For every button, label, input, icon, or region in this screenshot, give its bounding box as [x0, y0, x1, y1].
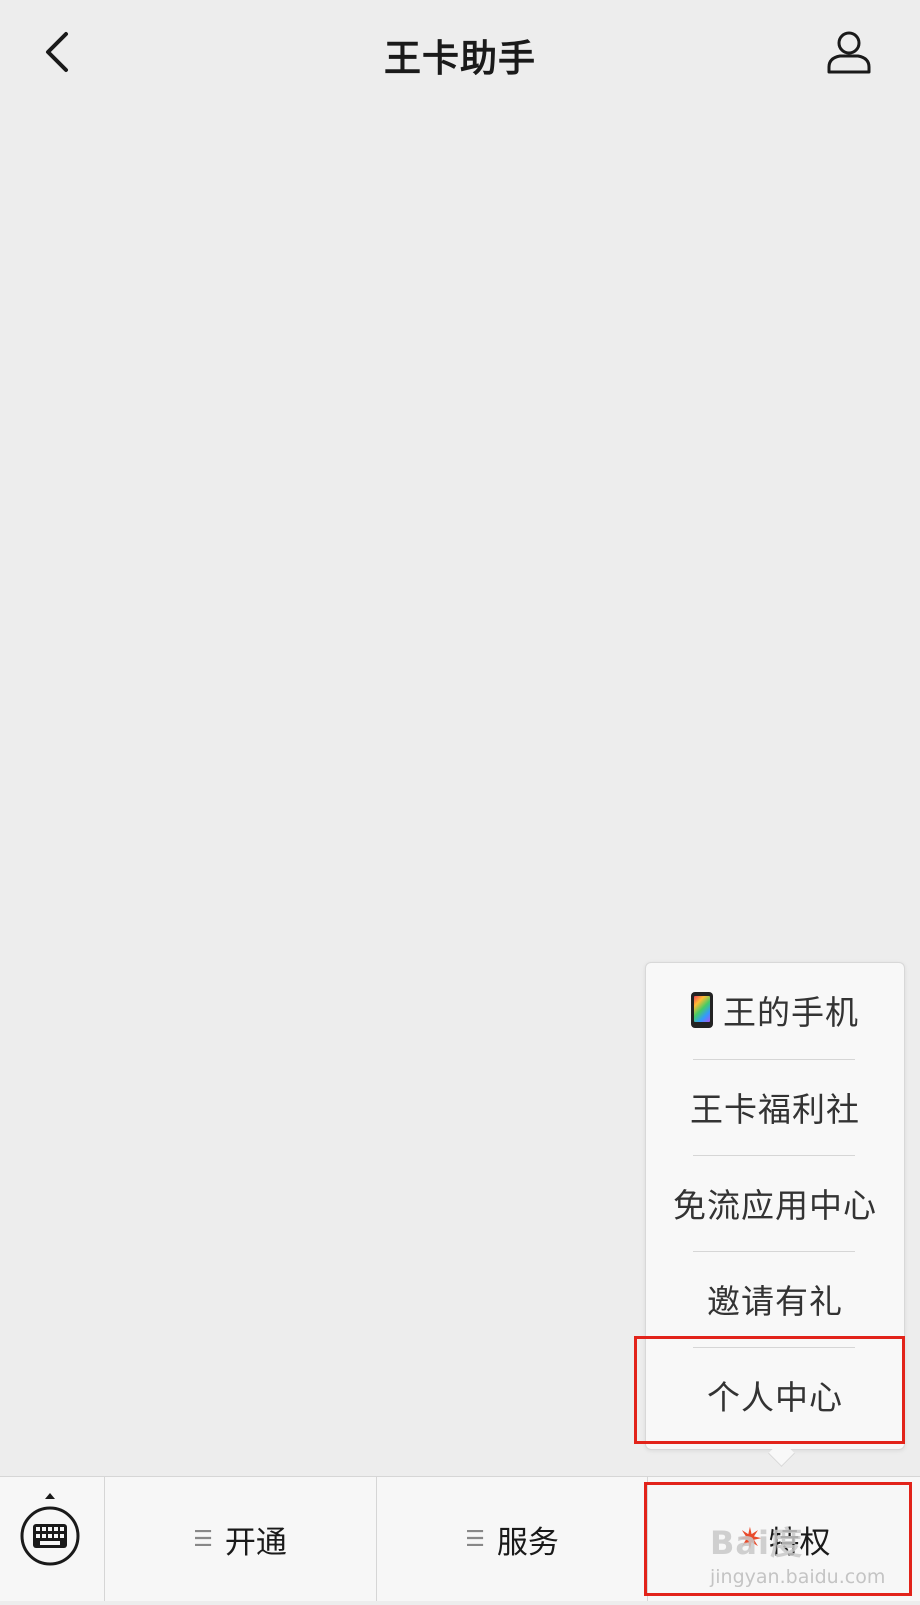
- keyboard-icon: [20, 1493, 80, 1566]
- menu-item-free-data-apps[interactable]: 免流应用中心: [646, 1156, 904, 1250]
- menu-item-label: 个人中心: [707, 1378, 843, 1417]
- top-nav-bar: 王卡助手: [0, 0, 920, 106]
- user-icon: [827, 31, 871, 74]
- tab-privilege[interactable]: ✷ 特权: [648, 1477, 920, 1601]
- menu-item-label: 王的手机: [723, 993, 859, 1032]
- tab-open[interactable]: ☰ 开通: [104, 1477, 376, 1601]
- user-profile-button[interactable]: [822, 26, 876, 78]
- menu-item-label: 免流应用中心: [673, 1186, 877, 1225]
- menu-lines-icon: ☰: [465, 1526, 485, 1552]
- popup-submenu: 王的手机 王卡福利社 免流应用中心 邀请有礼 个人中心: [645, 962, 905, 1450]
- menu-lines-icon: ☰: [193, 1526, 213, 1552]
- tab-label: 开通: [224, 1524, 287, 1561]
- back-button[interactable]: [34, 26, 78, 78]
- keyboard-toggle-button[interactable]: [0, 1477, 105, 1601]
- bottom-menu-bar: ☰ 开通 ☰ 服务 ✷ 特权: [0, 1476, 920, 1601]
- page-title: 王卡助手: [384, 37, 536, 80]
- menu-item-invite[interactable]: 邀请有礼: [646, 1252, 904, 1346]
- sparkle-icon: ✷: [737, 1521, 763, 1557]
- menu-item-personal-center[interactable]: 个人中心: [646, 1348, 904, 1442]
- tab-label: 服务: [496, 1524, 559, 1561]
- menu-item-wang-phone[interactable]: 王的手机: [646, 963, 904, 1057]
- tab-service[interactable]: ☰ 服务: [377, 1477, 647, 1601]
- phone-emoji-icon: [691, 992, 713, 1028]
- menu-item-welfare[interactable]: 王卡福利社: [646, 1060, 904, 1154]
- menu-item-label: 王卡福利社: [690, 1090, 860, 1129]
- menu-item-label: 邀请有礼: [707, 1282, 843, 1321]
- chevron-left-icon: [46, 32, 68, 72]
- tab-label: 特权: [768, 1524, 831, 1561]
